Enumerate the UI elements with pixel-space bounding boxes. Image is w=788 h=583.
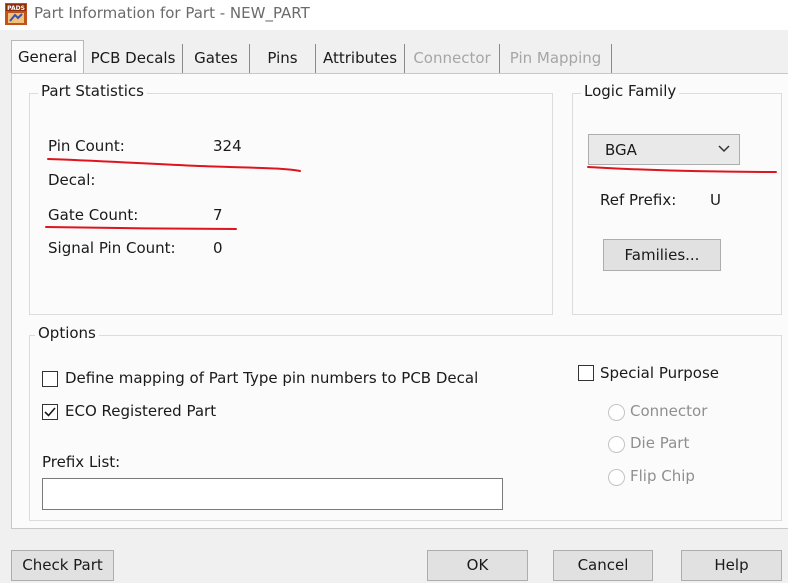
signal-pin-count-label: Signal Pin Count: bbox=[48, 239, 176, 257]
check-part-button[interactable]: Check Part bbox=[11, 550, 114, 581]
logic-family-select[interactable]: BGA bbox=[588, 134, 740, 165]
svg-text:PADS: PADS bbox=[7, 5, 25, 12]
define-mapping-label[interactable]: Define mapping of Part Type pin numbers … bbox=[65, 369, 478, 387]
eco-registered-checkbox[interactable] bbox=[42, 404, 58, 420]
decal-label: Decal: bbox=[48, 171, 96, 189]
special-purpose-label[interactable]: Special Purpose bbox=[600, 364, 719, 382]
options-legend: Options bbox=[35, 324, 99, 342]
ok-button[interactable]: OK bbox=[427, 550, 528, 581]
families-button[interactable]: Families... bbox=[603, 239, 721, 271]
special-purpose-checkbox[interactable] bbox=[578, 365, 594, 381]
window-title: Part Information for Part - NEW_PART bbox=[34, 4, 310, 22]
pin-count-label: Pin Count: bbox=[48, 137, 125, 155]
help-button[interactable]: Help bbox=[681, 550, 782, 581]
gate-count-label: Gate Count: bbox=[48, 206, 139, 224]
tab-pin-mapping[interactable]: Pin Mapping bbox=[500, 44, 612, 73]
signal-pin-count-value: 0 bbox=[213, 239, 223, 257]
die-part-radio-label[interactable]: Die Part bbox=[630, 434, 689, 452]
tab-gates[interactable]: Gates bbox=[183, 44, 250, 73]
die-part-radio[interactable] bbox=[608, 436, 625, 453]
define-mapping-checkbox[interactable] bbox=[42, 371, 58, 387]
pin-count-value: 324 bbox=[213, 137, 242, 155]
tab-attributes[interactable]: Attributes bbox=[316, 44, 405, 73]
tab-general[interactable]: General bbox=[11, 40, 84, 74]
pads-app-icon: PADS bbox=[5, 3, 27, 25]
ref-prefix-value: U bbox=[710, 191, 721, 209]
checkmark-icon bbox=[44, 407, 56, 417]
flip-chip-radio[interactable] bbox=[608, 469, 625, 486]
logic-family-legend: Logic Family bbox=[581, 82, 680, 100]
title-bar: PADS Part Information for Part - NEW_PAR… bbox=[0, 0, 788, 30]
tab-pins[interactable]: Pins bbox=[250, 44, 316, 73]
prefix-list-label: Prefix List: bbox=[42, 453, 121, 471]
gate-count-value: 7 bbox=[213, 206, 223, 224]
tab-pcb-decals[interactable]: PCB Decals bbox=[84, 44, 183, 73]
part-statistics-legend: Part Statistics bbox=[38, 82, 147, 100]
eco-registered-label[interactable]: ECO Registered Part bbox=[65, 402, 216, 420]
part-statistics-group: Part Statistics bbox=[29, 82, 553, 315]
cancel-button[interactable]: Cancel bbox=[553, 550, 653, 581]
connector-radio-label[interactable]: Connector bbox=[630, 402, 707, 420]
connector-radio[interactable] bbox=[608, 404, 625, 421]
tab-connector[interactable]: Connector bbox=[405, 44, 500, 73]
ref-prefix-label: Ref Prefix: bbox=[600, 191, 677, 209]
logic-family-selected-value: BGA bbox=[605, 141, 637, 159]
flip-chip-radio-label[interactable]: Flip Chip bbox=[630, 467, 695, 485]
chevron-down-icon bbox=[718, 145, 730, 153]
prefix-list-input[interactable] bbox=[42, 478, 503, 510]
